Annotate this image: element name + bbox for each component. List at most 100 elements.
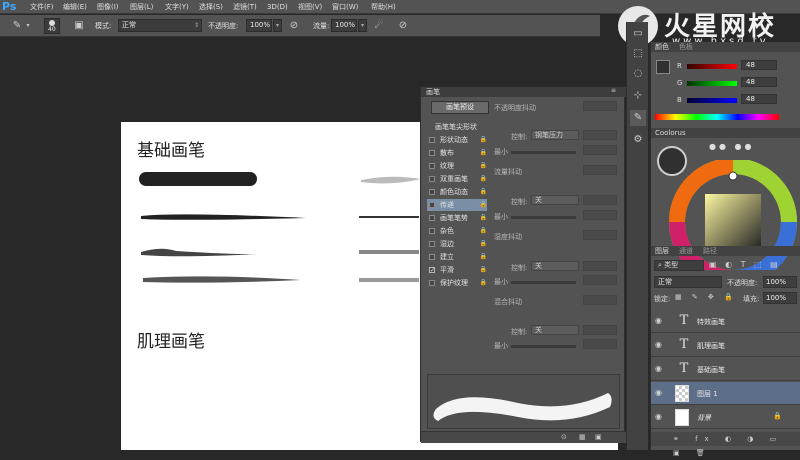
- menu-layer[interactable]: 图层(L): [130, 2, 153, 12]
- new-brush-icon[interactable]: ▣: [595, 433, 602, 441]
- control-select[interactable]: 钢笔压力: [531, 130, 579, 140]
- brush-preset-picker[interactable]: 40: [44, 18, 60, 34]
- green-value-field[interactable]: 48: [741, 77, 777, 87]
- control-field[interactable]: [583, 261, 617, 271]
- checkbox[interactable]: [429, 280, 435, 286]
- checkbox[interactable]: [429, 163, 435, 169]
- brush-panel-icon[interactable]: ✎: [630, 110, 646, 126]
- panel-menu-icon[interactable]: ≡: [611, 87, 616, 94]
- adjustments-icon[interactable]: ⚙: [630, 132, 646, 148]
- tab-swatches[interactable]: 色板: [679, 42, 693, 52]
- minimum-slider[interactable]: [511, 216, 576, 219]
- pressure-opacity-icon[interactable]: ⊘: [287, 19, 301, 33]
- layer-filter-icons[interactable]: ▣ ◐ T ⬚ ▤: [709, 260, 789, 271]
- minimum-field[interactable]: [583, 275, 617, 285]
- category-smoothing[interactable]: ✓ 平滑 🔒: [427, 264, 487, 276]
- color-spectrum-ramp[interactable]: [655, 114, 779, 120]
- layer-row[interactable]: ◉ 背景 🔒: [651, 406, 800, 429]
- red-value-field[interactable]: 48: [741, 60, 777, 70]
- checkbox[interactable]: [429, 228, 435, 234]
- lock-icon[interactable]: 🔒: [480, 212, 487, 224]
- checkbox[interactable]: [429, 215, 435, 221]
- minimum-field[interactable]: [583, 339, 617, 349]
- coolorus-presets[interactable]: ●● ●●: [709, 142, 789, 156]
- checkbox-checked[interactable]: ✓: [429, 267, 435, 274]
- lock-icon[interactable]: 🔒: [480, 251, 487, 263]
- opacity-jitter-value[interactable]: [583, 101, 617, 111]
- tab-paths[interactable]: 路径: [703, 246, 717, 256]
- checkbox[interactable]: [429, 137, 435, 143]
- minimum-slider[interactable]: [511, 345, 576, 348]
- minimum-field[interactable]: [583, 210, 617, 220]
- mode-select[interactable]: 正常 ⇕: [118, 19, 202, 32]
- chevron-down-icon[interactable]: ▾: [24, 19, 32, 33]
- lock-icon[interactable]: 🔒: [480, 134, 487, 146]
- category-scattering[interactable]: 散布 🔒: [427, 147, 487, 159]
- airbrush-icon[interactable]: ☄: [372, 19, 386, 33]
- menu-image[interactable]: 图像(I): [97, 2, 119, 12]
- checkbox[interactable]: [429, 189, 435, 195]
- flow-input[interactable]: 100%: [331, 19, 357, 32]
- menu-help[interactable]: 帮助(H): [371, 2, 396, 12]
- pressure-size-icon[interactable]: ⊘: [396, 19, 410, 33]
- control-select[interactable]: 关: [531, 261, 579, 271]
- menu-edit[interactable]: 编辑(E): [63, 2, 87, 12]
- eye-icon[interactable]: ◉: [655, 364, 665, 373]
- category-transfer[interactable]: 传递 🔒: [427, 199, 487, 211]
- blue-slider[interactable]: [687, 98, 737, 103]
- control-field[interactable]: [583, 130, 617, 140]
- eye-icon[interactable]: ◉: [655, 388, 665, 397]
- control-select[interactable]: 关: [531, 325, 579, 335]
- blue-value-field[interactable]: 48: [741, 94, 777, 104]
- opacity-dropdown[interactable]: ▾: [273, 19, 282, 32]
- eye-icon[interactable]: ◉: [655, 412, 665, 421]
- toggle-preview-icon[interactable]: ⊙: [561, 433, 567, 441]
- lock-icon[interactable]: 🔒: [480, 225, 487, 237]
- category-color-dynamics[interactable]: 颜色动态 🔒: [427, 186, 487, 198]
- menu-file[interactable]: 文件(F): [30, 2, 54, 12]
- category-shape-dynamics[interactable]: 形状动态 🔒: [427, 134, 487, 146]
- checkbox[interactable]: [429, 241, 435, 247]
- wetness-jitter-field[interactable]: [583, 230, 617, 240]
- menu-3d[interactable]: 3D(D): [267, 2, 288, 12]
- tab-coolorus[interactable]: Coolorus: [655, 128, 686, 138]
- menu-select[interactable]: 选择(S): [199, 2, 223, 12]
- marquee-icon[interactable]: ⬚: [630, 46, 646, 62]
- fill-field[interactable]: 100%: [763, 292, 797, 304]
- control-field[interactable]: [583, 325, 617, 335]
- category-texture[interactable]: 纹理 🔒: [427, 160, 487, 172]
- lock-icon[interactable]: 🔒: [480, 160, 487, 172]
- brush-tool-icon[interactable]: ✎: [10, 19, 24, 33]
- lock-icon[interactable]: 🔒: [480, 264, 487, 276]
- green-slider[interactable]: [687, 81, 737, 86]
- toggle-brush-panel-icon[interactable]: ▣: [72, 19, 86, 33]
- history-icon[interactable]: ▭: [630, 26, 646, 42]
- menu-window[interactable]: 窗口(W): [332, 2, 358, 12]
- menu-type[interactable]: 文字(Y): [165, 2, 189, 12]
- grid-icon[interactable]: ▦: [579, 433, 586, 441]
- category-wet-edges[interactable]: 湿边 🔒: [427, 238, 487, 250]
- lock-icons[interactable]: ▦ ✎ ✥ 🔒: [675, 293, 737, 301]
- category-protect-texture[interactable]: 保护纹理 🔒: [427, 277, 487, 289]
- category-noise[interactable]: 杂色 🔒: [427, 225, 487, 237]
- lock-icon[interactable]: 🔒: [480, 147, 487, 159]
- flow-jitter-field[interactable]: [583, 165, 617, 175]
- tab-layers[interactable]: 图层: [655, 246, 669, 256]
- flow-dropdown[interactable]: ▾: [358, 19, 367, 32]
- category-build-up[interactable]: 建立 🔒: [427, 251, 487, 263]
- category-brush-pose[interactable]: 画笔笔势 🔒: [427, 212, 487, 224]
- foreground-color-swatch[interactable]: [656, 60, 670, 74]
- lock-icon[interactable]: 🔒: [480, 199, 487, 211]
- checkbox[interactable]: [429, 150, 435, 156]
- lock-icon[interactable]: 🔒: [480, 277, 487, 289]
- red-slider[interactable]: [687, 64, 737, 69]
- layer-row[interactable]: ◉ T 特效画笔: [651, 310, 800, 333]
- checkbox[interactable]: [429, 254, 435, 260]
- tab-color[interactable]: 颜色: [655, 42, 669, 52]
- checkbox[interactable]: [429, 176, 435, 182]
- lock-icon[interactable]: 🔒: [480, 186, 487, 198]
- opacity-input[interactable]: 100%: [246, 19, 272, 32]
- mix-jitter-field[interactable]: [583, 295, 617, 305]
- menu-filter[interactable]: 滤镜(T): [233, 2, 257, 12]
- layer-row[interactable]: ◉ T 肌理画笔: [651, 334, 800, 357]
